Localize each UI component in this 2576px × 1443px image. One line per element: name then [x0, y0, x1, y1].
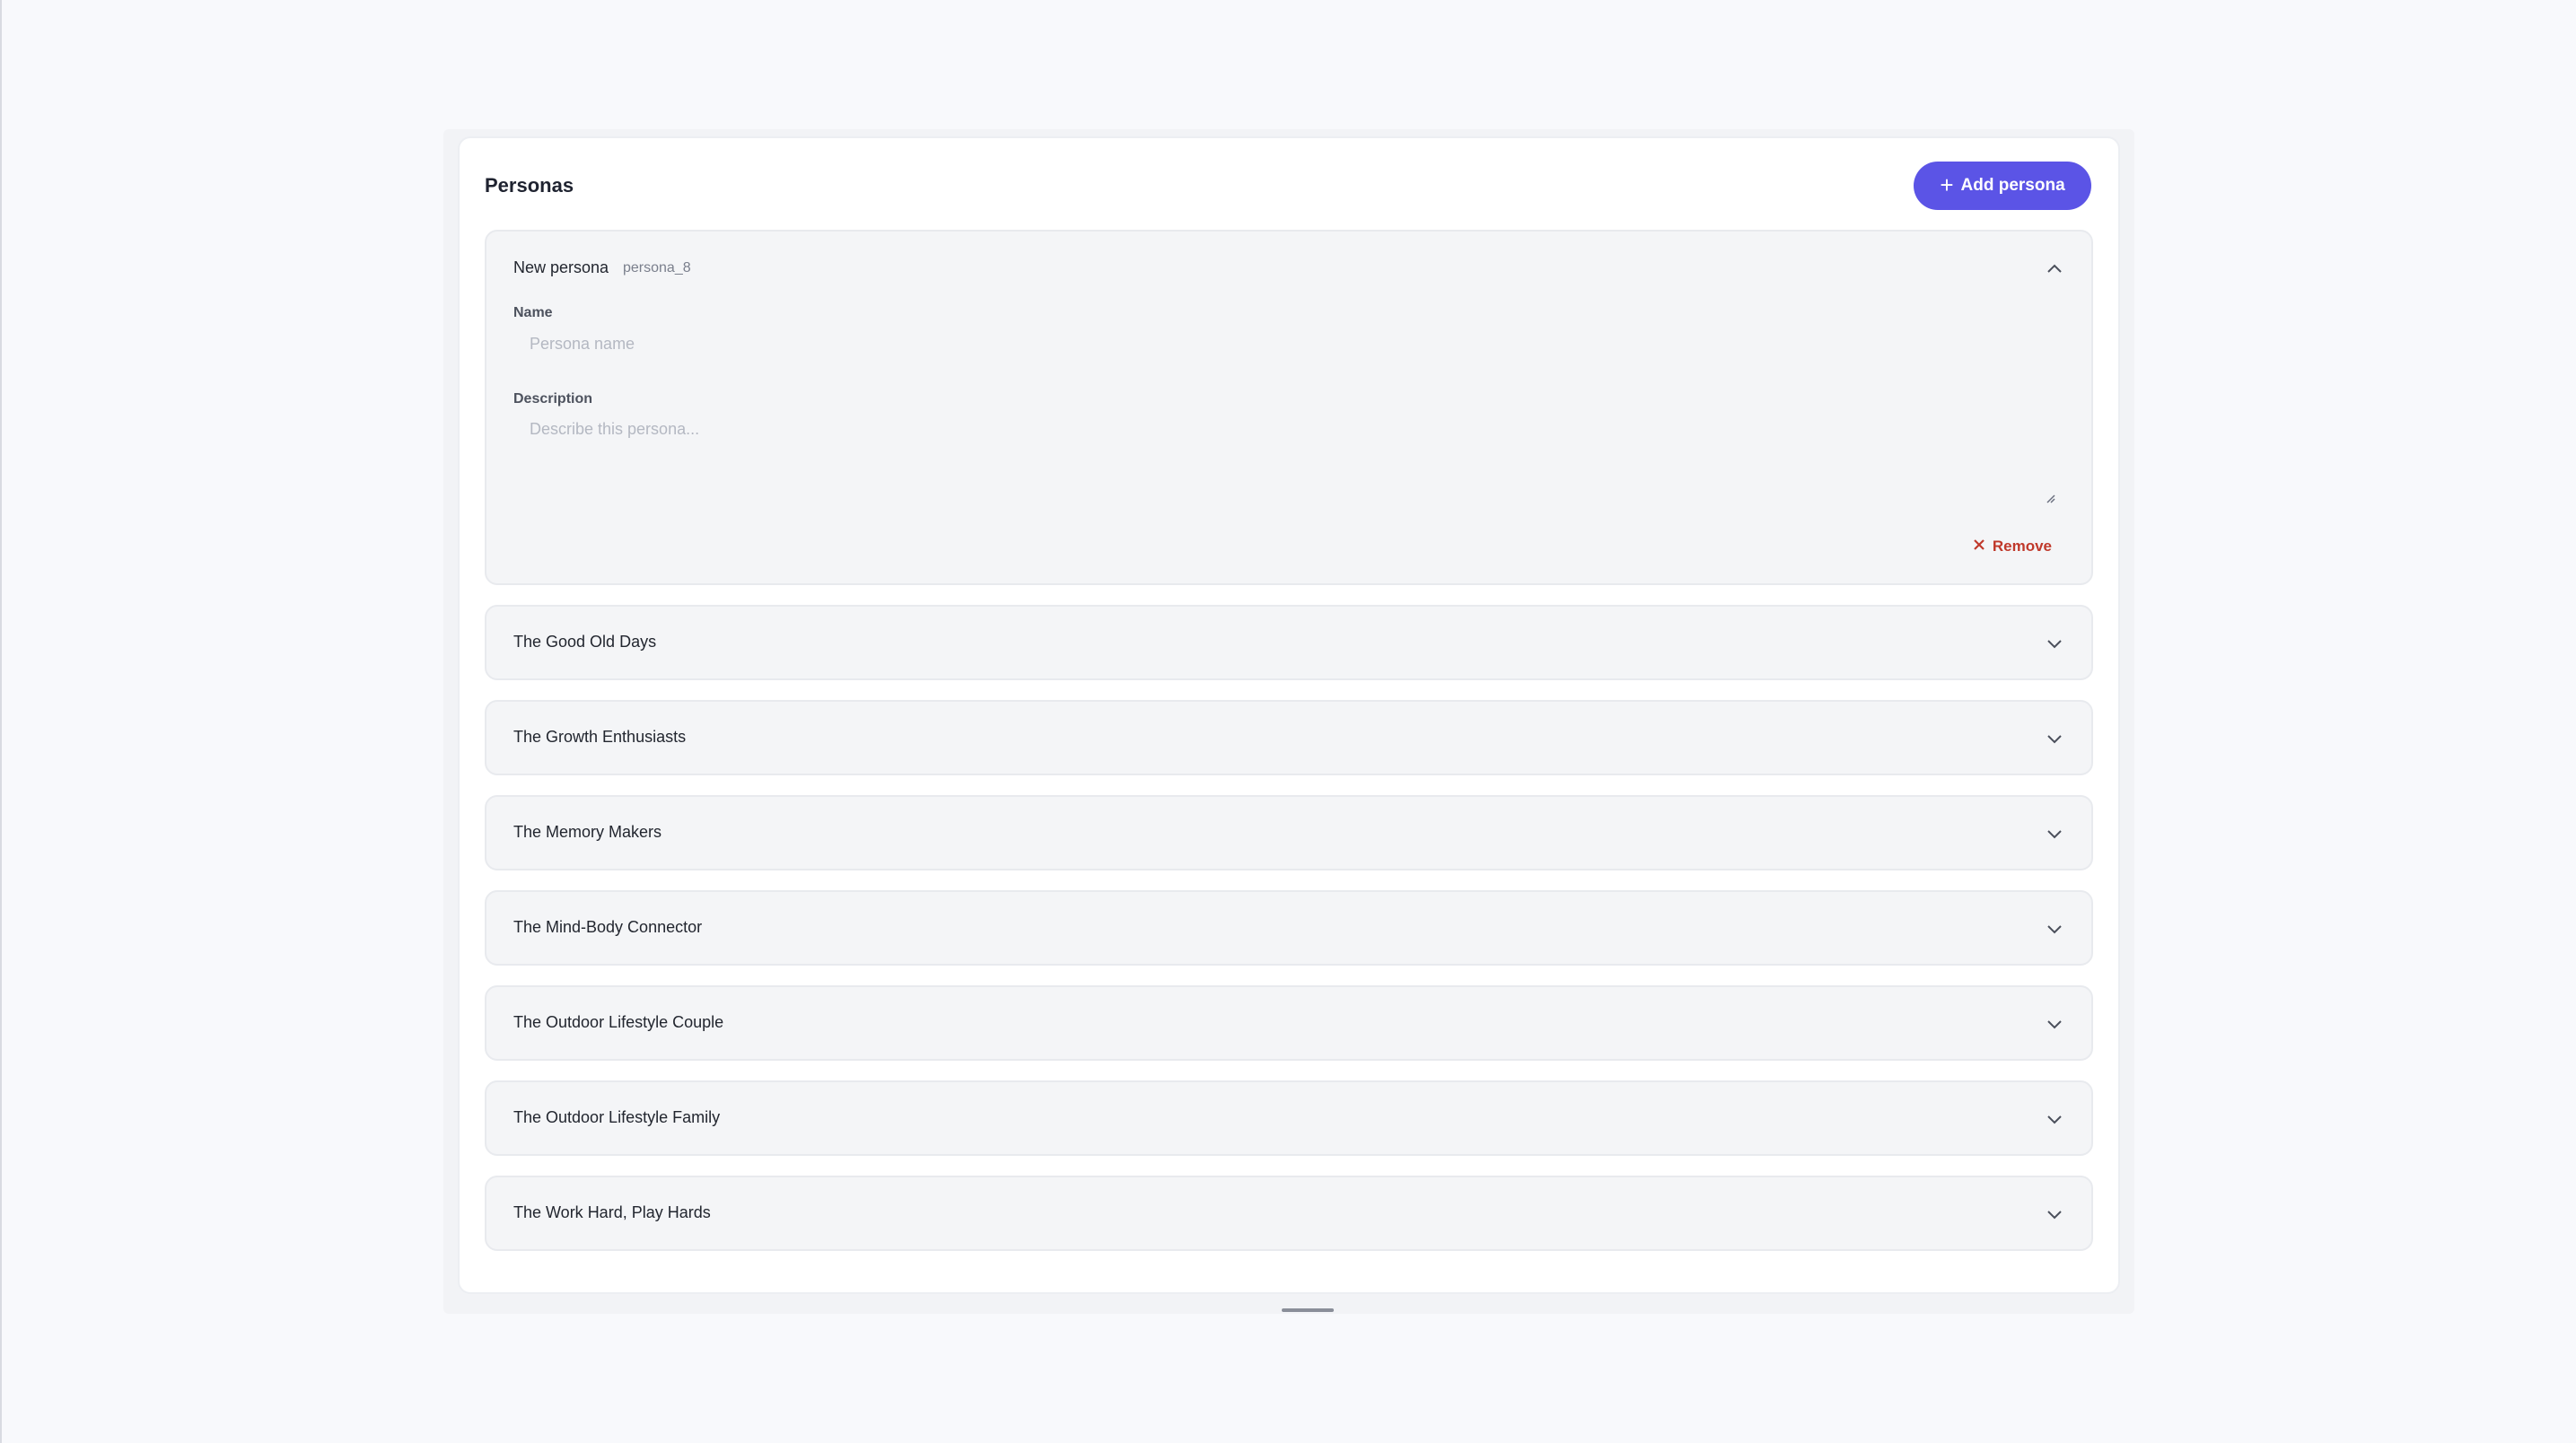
description-label: Description: [513, 391, 593, 407]
close-icon: [1973, 538, 1985, 555]
persona-card[interactable]: The Outdoor Lifestyle Couple: [485, 985, 2093, 1061]
persona-card[interactable]: The Outdoor Lifestyle Family: [485, 1080, 2093, 1156]
persona-card-title: The Work Hard, Play Hards: [513, 1203, 711, 1221]
chevron-down-icon[interactable]: [2045, 1204, 2064, 1224]
remove-persona-button[interactable]: Remove: [1973, 533, 2052, 560]
persona-card-expanded: New persona persona_8 Name Description R…: [485, 230, 2093, 585]
scroll-handle[interactable]: [1282, 1308, 1334, 1312]
chevron-down-icon[interactable]: [2045, 1109, 2064, 1129]
persona-id-badge: persona_8: [623, 260, 691, 275]
chevron-up-icon[interactable]: [2045, 258, 2064, 278]
persona-card-title: The Mind-Body Connector: [513, 918, 703, 936]
add-persona-button[interactable]: + Add persona: [1914, 162, 2091, 210]
resize-handle-icon[interactable]: [2045, 492, 2055, 503]
persona-card[interactable]: The Work Hard, Play Hards: [485, 1176, 2093, 1251]
chevron-down-icon[interactable]: [2045, 1014, 2064, 1034]
persona-card-title: The Memory Makers: [513, 823, 662, 841]
persona-card[interactable]: The Memory Makers: [485, 795, 2093, 870]
window-edge: [0, 0, 2, 1443]
chevron-down-icon[interactable]: [2045, 634, 2064, 653]
persona-description-input[interactable]: [513, 415, 2066, 504]
remove-label: Remove: [1992, 538, 2052, 555]
chevron-down-icon[interactable]: [2045, 919, 2064, 939]
persona-card-title: The Outdoor Lifestyle Couple: [513, 1013, 724, 1031]
persona-card[interactable]: The Good Old Days: [485, 605, 2093, 680]
chevron-down-icon[interactable]: [2045, 824, 2064, 844]
persona-card-title: The Growth Enthusiasts: [513, 728, 687, 746]
personas-panel: Personas + Add persona New persona perso…: [458, 136, 2120, 1294]
persona-card-title: The Outdoor Lifestyle Family: [513, 1108, 721, 1126]
name-label: Name: [513, 305, 553, 320]
persona-name-input[interactable]: [513, 325, 2066, 363]
chevron-down-icon[interactable]: [2045, 729, 2064, 748]
plus-icon: +: [1940, 171, 1954, 198]
persona-card[interactable]: The Growth Enthusiasts: [485, 700, 2093, 775]
persona-card[interactable]: The Mind-Body Connector: [485, 890, 2093, 966]
page-title: Personas: [485, 174, 574, 197]
add-persona-label: Add persona: [1960, 176, 2065, 195]
persona-card-title[interactable]: New persona: [513, 258, 609, 277]
persona-card-title: The Good Old Days: [513, 633, 657, 651]
